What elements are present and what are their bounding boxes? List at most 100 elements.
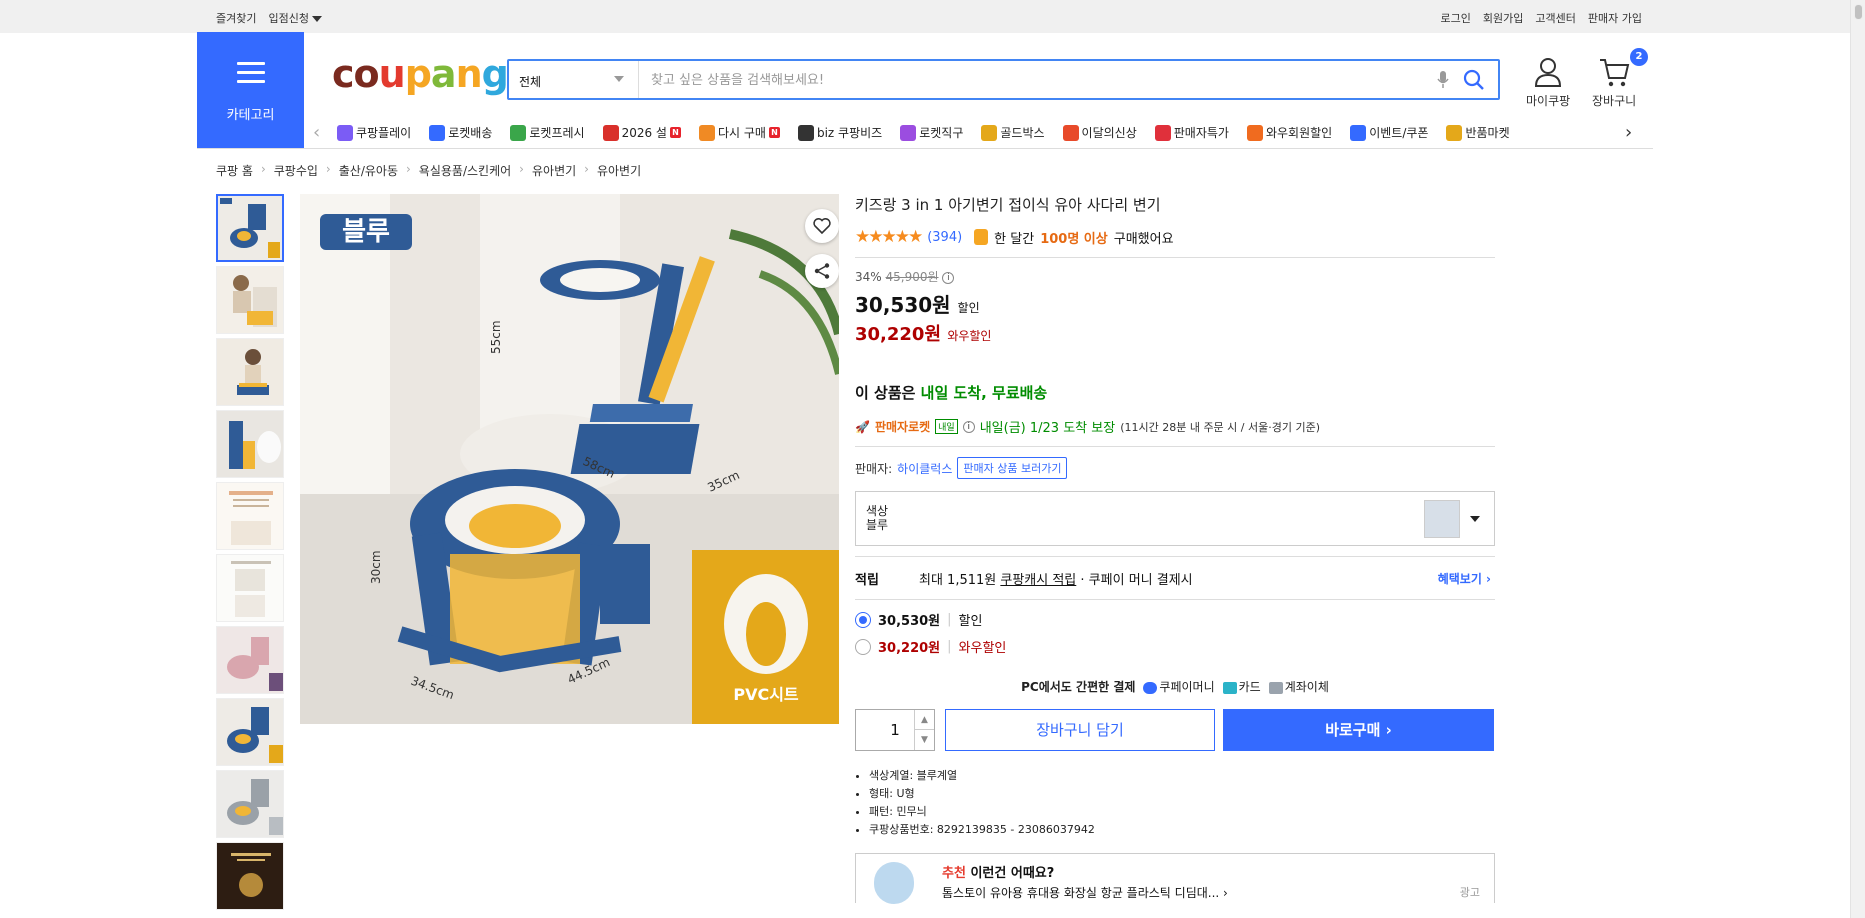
chevron-left-icon[interactable]: ‹: [313, 122, 320, 143]
card-payment: 카드: [1222, 678, 1261, 695]
rocket-icon: 🚀: [855, 419, 870, 434]
microphone-icon[interactable]: [1436, 69, 1450, 91]
wishlist-button[interactable]: [805, 209, 839, 243]
nav-item-icon: [1246, 124, 1263, 141]
price-option-wow[interactable]: 30,220원 | 와우할인: [855, 637, 1495, 656]
thumbnail-3[interactable]: [216, 338, 284, 406]
category-button[interactable]: 카테고리: [197, 32, 304, 148]
bookmark-link[interactable]: 즐겨찾기: [216, 10, 256, 26]
thumbnail-4[interactable]: [216, 410, 284, 478]
cart-button[interactable]: 2 장바구니: [1592, 48, 1648, 109]
nav-item[interactable]: 다시 구매 N: [698, 124, 780, 141]
nav-item[interactable]: 로켓직구: [900, 124, 963, 141]
nav-item-label: 쿠팡플레이: [356, 126, 412, 140]
nav-item[interactable]: biz 쿠팡비즈: [797, 124, 882, 141]
payment-methods-row: PC에서도 간편한 결제 쿠페이머니 카드 계좌이체: [855, 678, 1495, 695]
nav-item-icon: [797, 124, 814, 141]
seller-row: 판매자: 하이클럭스 판매자 상품 보러가기: [855, 457, 1495, 479]
main-product-image[interactable]: 블루 PVC시트 55cm 58cm 35cm 30cm 34.5cm 44.5…: [300, 194, 839, 724]
breadcrumb-item[interactable]: 쿠팡 홈: [216, 162, 253, 179]
nav-item[interactable]: 쿠팡플레이: [337, 124, 411, 141]
cash-reward-link[interactable]: 쿠팡캐시 적립: [1000, 569, 1076, 588]
coupang-logo[interactable]: coupang: [332, 52, 509, 96]
nav-item[interactable]: 로켓프레시: [510, 124, 585, 141]
nav-item[interactable]: 로켓배송: [429, 124, 492, 141]
thumbnail-9[interactable]: [216, 770, 284, 838]
seller-name-link[interactable]: 하이클럭스: [897, 460, 952, 477]
breadcrumb-item[interactable]: 출산/유아동: [339, 162, 398, 179]
nav-item[interactable]: 이달의신상: [1062, 124, 1137, 141]
nav-item[interactable]: 2026 설N: [602, 124, 681, 141]
nav-item-icon: [1062, 124, 1079, 141]
vertical-scrollbar[interactable]: [1850, 0, 1865, 918]
signup-link[interactable]: 회원가입: [1483, 10, 1523, 26]
top-left-links: 즐겨찾기 입점신청: [216, 10, 322, 26]
reward-prefix: 최대 1,511원: [919, 572, 997, 588]
bank-transfer: 계좌이체: [1268, 678, 1329, 695]
recommend-item-link[interactable]: 톰스토이 유아용 휴대용 화장실 항균 플라스틱 디딤대... ›: [942, 884, 1228, 901]
thumbnail-6[interactable]: [216, 554, 284, 622]
nav-item-icon: [1154, 124, 1171, 141]
search-input[interactable]: [651, 70, 1351, 90]
review-count-link[interactable]: (394): [927, 230, 962, 245]
nav-item[interactable]: 골드박스: [981, 124, 1045, 141]
user-icon: [1535, 58, 1562, 87]
thumbnail-10[interactable]: [216, 842, 284, 910]
info-icon[interactable]: i: [942, 271, 955, 284]
scrollbar-thumb[interactable]: [1854, 4, 1863, 20]
nav-item[interactable]: 반품마켓: [1446, 124, 1510, 141]
nav-item-label: 다시 구매: [717, 126, 766, 140]
buy-now-label: 바로구매: [1325, 721, 1381, 739]
color-option-select[interactable]: 색상 블루: [855, 491, 1495, 546]
product-title: 키즈랑 3 in 1 아기변기 접이식 유아 사다리 변기: [855, 196, 1161, 214]
store-apply-link[interactable]: 입점신청: [268, 10, 322, 26]
wow-price: 30,220원: [855, 324, 942, 345]
breadcrumb-item[interactable]: 욕실용품/스킨케어: [419, 162, 511, 179]
rating-stars[interactable]: ★★★★★: [855, 227, 923, 247]
quantity-value[interactable]: 1: [890, 721, 900, 739]
chevron-down-icon[interactable]: ▼: [914, 730, 934, 750]
radio-unselected[interactable]: [855, 638, 871, 655]
chevron-right-icon: ›: [584, 162, 589, 176]
chevron-right-icon[interactable]: ›: [1625, 122, 1632, 143]
price-option-regular[interactable]: 30,530원 | 할인: [855, 610, 1495, 629]
nav-item-icon: [602, 124, 619, 141]
purchase-prefix: 한 달간: [994, 231, 1035, 247]
mypage-button[interactable]: 마이쿠팡: [1526, 56, 1570, 109]
benefits-link[interactable]: 혜택보기 ›: [1438, 570, 1491, 587]
color-badge-text: 블루: [342, 217, 390, 247]
recommendation-box[interactable]: 추천 이런건 어때요? 톰스토이 유아용 휴대용 화장실 항균 플라스틱 디딤대…: [855, 853, 1495, 904]
nav-item[interactable]: 이벤트/쿠폰: [1350, 124, 1428, 141]
bag-icon: [974, 229, 989, 245]
breadcrumb-item[interactable]: 쿠팡수입: [274, 162, 318, 179]
cart-icon: [1600, 59, 1630, 87]
seller-products-button[interactable]: 판매자 상품 보러가기: [957, 457, 1068, 479]
thumbnail-5[interactable]: [216, 482, 284, 550]
caret-down-icon: [311, 16, 322, 22]
breadcrumb-item[interactable]: 유아변기: [532, 162, 576, 179]
cart-count-badge: 2: [1630, 48, 1648, 66]
quantity-stepper[interactable]: 1 ▲ ▼: [855, 709, 935, 751]
recommend-item-label: 톰스토이 유아용 휴대용 화장실 항균 플라스틱 디딤대...: [942, 886, 1220, 900]
buy-now-button[interactable]: 바로구매 ›: [1223, 709, 1494, 751]
radio-selected[interactable]: [855, 611, 871, 628]
customer-center-link[interactable]: 고객센터: [1535, 10, 1575, 26]
nav-item-label: 이벤트/쿠폰: [1369, 126, 1429, 140]
nav-item[interactable]: 와우회원할인: [1246, 124, 1332, 141]
chevron-up-icon[interactable]: ▲: [914, 710, 934, 730]
thumbnail-1[interactable]: [216, 194, 284, 262]
login-link[interactable]: 로그인: [1441, 10, 1471, 26]
thumbnail-2[interactable]: [216, 266, 284, 334]
search-icon[interactable]: [1462, 68, 1486, 92]
info-icon[interactable]: i: [962, 420, 975, 433]
thumbnail-7[interactable]: [216, 626, 284, 694]
thumbnail-8[interactable]: [216, 698, 284, 766]
nav-item-icon: [1446, 124, 1463, 141]
add-to-cart-button[interactable]: 장바구니 담기: [945, 709, 1215, 751]
share-button[interactable]: [805, 254, 839, 288]
breadcrumb-item[interactable]: 유아변기: [597, 162, 641, 179]
search-category-select[interactable]: 전체: [509, 61, 639, 98]
chevron-down-icon: [614, 76, 624, 82]
nav-item[interactable]: 판매자특가: [1154, 124, 1229, 141]
seller-signup-link[interactable]: 판매자 가입: [1588, 10, 1642, 26]
